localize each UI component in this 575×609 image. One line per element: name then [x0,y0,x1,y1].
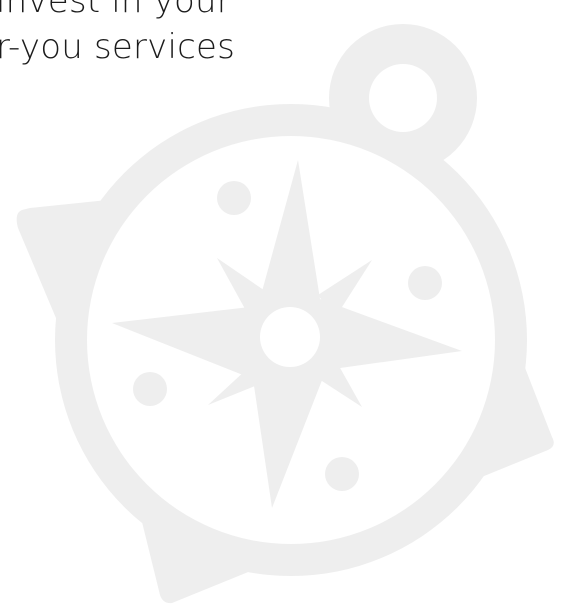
compass-center [260,307,320,367]
compass-icon [16,24,554,604]
